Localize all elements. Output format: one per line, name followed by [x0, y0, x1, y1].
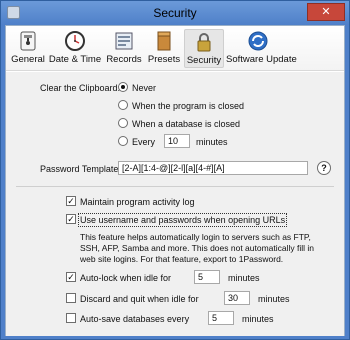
window-client: General Date & Time Records Presets Secu… [5, 25, 345, 336]
autosave-checkbox[interactable] [66, 313, 76, 323]
records-icon [115, 32, 133, 50]
maintain-log-checkbox[interactable]: ✓ [66, 196, 76, 206]
use-credentials-label[interactable]: Use username and passwords when opening … [77, 213, 288, 227]
clipboard-database-closed-radio[interactable] [118, 118, 128, 128]
tab-records-label: Records [106, 54, 142, 65]
tab-presets[interactable]: Presets [146, 29, 182, 68]
tab-security[interactable]: Security [184, 29, 224, 68]
security-panel: Clear the Clipboard: Never When the prog… [6, 72, 344, 336]
autolock-checkbox[interactable]: ✓ [66, 272, 76, 282]
autosave-unit: minutes [242, 314, 274, 324]
use-credentials-description: This feature helps automatically login t… [80, 232, 315, 264]
tab-software-update-label: Software Update [226, 54, 297, 65]
discard-checkbox[interactable] [66, 293, 76, 303]
password-template-label: Password Template: [40, 164, 121, 174]
clipboard-program-closed-radio[interactable] [118, 100, 128, 110]
autolock-unit: minutes [228, 273, 260, 283]
clipboard-never-radio[interactable] [118, 82, 128, 92]
preferences-toolbar: General Date & Time Records Presets Secu… [6, 26, 344, 71]
tab-general[interactable]: General [10, 29, 46, 68]
discard-unit: minutes [258, 294, 290, 304]
tab-presets-label: Presets [147, 54, 181, 65]
use-credentials-checkbox[interactable]: ✓ [66, 214, 76, 224]
title-bar[interactable]: Security ✕ [1, 1, 349, 25]
autosave-minutes-input[interactable]: 5 [208, 311, 234, 325]
tab-general-label: General [11, 54, 45, 65]
preferences-window: Security ✕ General Date & Time Records P… [0, 0, 350, 340]
help-button[interactable]: ? [317, 161, 331, 175]
general-icon [20, 31, 36, 51]
tab-software-update[interactable]: Software Update [226, 29, 297, 68]
discard-minutes-input[interactable]: 30 [224, 291, 250, 305]
clipboard-every-input[interactable]: 10 [164, 134, 190, 148]
clipboard-label: Clear the Clipboard: [40, 83, 121, 93]
tab-security-label: Security [186, 55, 222, 66]
update-icon [248, 31, 268, 51]
autosave-label[interactable]: Auto-save databases every [80, 314, 189, 324]
lock-icon [197, 33, 211, 52]
discard-label[interactable]: Discard and quit when idle for [80, 294, 199, 304]
autolock-label[interactable]: Auto-lock when idle for [80, 273, 171, 283]
section-divider [16, 186, 334, 187]
tab-date-time[interactable]: Date & Time [48, 29, 102, 68]
maintain-log-label[interactable]: Maintain program activity log [80, 197, 195, 207]
clipboard-database-closed-label[interactable]: When a database is closed [132, 119, 240, 129]
clipboard-never-label[interactable]: Never [132, 83, 156, 93]
window-title: Security [153, 6, 197, 20]
clipboard-every-radio[interactable] [118, 136, 128, 146]
presets-icon [157, 31, 171, 51]
tab-records[interactable]: Records [104, 29, 144, 68]
password-template-input[interactable]: [2-A][1:4-@][2-l][a][4-#][A] [118, 161, 308, 175]
clock-icon [65, 31, 85, 51]
autolock-minutes-input[interactable]: 5 [194, 270, 220, 284]
clipboard-every-unit: minutes [196, 137, 228, 147]
clipboard-every-label[interactable]: Every [132, 137, 155, 147]
tab-date-time-label: Date & Time [48, 54, 102, 65]
close-button[interactable]: ✕ [307, 3, 345, 21]
clipboard-program-closed-label[interactable]: When the program is closed [132, 101, 244, 111]
